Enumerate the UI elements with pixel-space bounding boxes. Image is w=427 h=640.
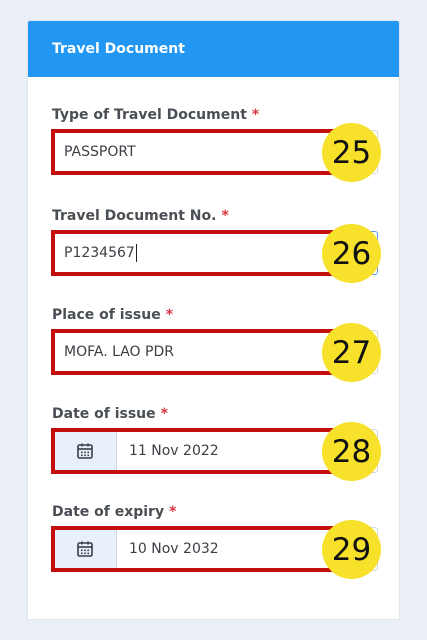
text-caret [135,244,137,262]
travel-document-type-input[interactable]: PASSPORT [52,130,378,174]
card-header: Travel Document [28,21,399,77]
date-of-issue-field: Date of issue * 11 Nov 2022 28 [51,405,381,481]
place-of-issue-input[interactable]: MOFA. LAO PDR [52,330,378,374]
travel-document-number-input[interactable]: P1234567 [52,231,378,275]
input-value: MOFA. LAO PDR [64,344,174,360]
input-value: 11 Nov 2022 [129,443,219,459]
field-label: Date of issue * [52,406,168,422]
required-marker: * [221,208,229,224]
required-marker: * [251,107,260,123]
travel-document-type-field: Type of Travel Document * PASSPORT 25 [51,106,381,182]
input-value: P1234567 [64,245,135,261]
input-value: 10 Nov 2032 [129,541,219,557]
date-of-issue-picker: 11 Nov 2022 [52,429,378,473]
travel-document-card: Travel Document Type of Travel Document *… [27,20,400,620]
date-of-expiry-input[interactable]: 10 Nov 2032 [117,528,377,570]
date-of-expiry-field: Date of expiry * 10 Nov 2032 29 [51,503,381,579]
field-label: Travel Document No. * [52,208,229,224]
calendar-icon [76,541,93,557]
required-marker: * [169,504,177,520]
date-of-issue-input[interactable]: 11 Nov 2022 [117,430,377,472]
place-of-issue-field: Place of issue * MOFA. LAO PDR 27 [51,306,381,382]
field-label: Place of issue * [52,307,174,323]
travel-document-number-field: Travel Document No. * P1234567 26 [51,207,381,283]
date-of-expiry-picker: 10 Nov 2032 [52,527,378,571]
calendar-icon [76,443,93,459]
input-value: PASSPORT [64,144,136,160]
calendar-button[interactable] [53,430,117,472]
required-marker: * [160,406,168,422]
calendar-button[interactable] [53,528,117,570]
section-title: Travel Document [52,41,185,57]
required-marker: * [165,307,174,323]
field-label: Date of expiry * [52,504,177,520]
field-label: Type of Travel Document * [52,107,260,123]
